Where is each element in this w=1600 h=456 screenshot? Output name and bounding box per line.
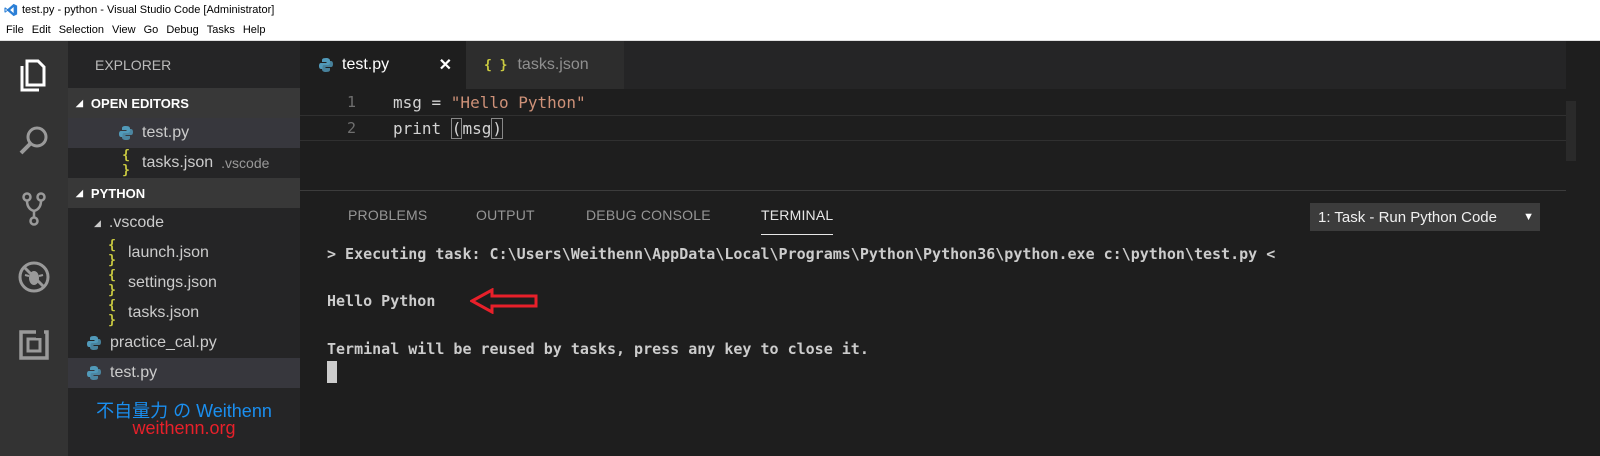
open-editor-name: tasks.json — [142, 154, 214, 171]
close-icon[interactable]: ✕ — [439, 55, 452, 75]
editor-tab-bar: test.py ✕ { } tasks.json — [300, 41, 1600, 89]
chevron-down-icon: ◢ — [76, 97, 83, 108]
file-name: tasks.json — [128, 304, 200, 321]
extensions-icon[interactable] — [14, 325, 54, 365]
panel-tab-debug-console[interactable]: DEBUG CONSOLE — [586, 207, 711, 223]
bracket-open: ( — [450, 117, 463, 139]
open-editor-item-test-py[interactable]: test.py — [68, 118, 300, 148]
panel-tab-terminal[interactable]: TERMINAL — [761, 207, 834, 235]
code-line-1[interactable]: 1 msg = "Hello Python" — [300, 89, 1566, 115]
menu-debug[interactable]: Debug — [166, 24, 198, 36]
chevron-down-icon: ◢ — [94, 217, 101, 228]
tree-folder-vscode[interactable]: ◢ .vscode — [68, 208, 300, 238]
code-token: msg = — [393, 92, 451, 112]
files-icon[interactable] — [14, 55, 54, 95]
menu-file[interactable]: File — [6, 24, 24, 36]
scrollbar-thumb[interactable] — [1566, 101, 1576, 161]
folder-name: .vscode — [108, 214, 165, 231]
watermark-site: weithenn.org — [132, 418, 236, 438]
activity-bar — [0, 41, 68, 456]
panel-tab-problems[interactable]: PROBLEMS — [348, 207, 427, 223]
explorer-title: EXPLORER — [95, 57, 172, 73]
open-editor-name: test.py — [142, 124, 190, 141]
open-editor-item-tasks-json[interactable]: { } tasks.json .vscode — [68, 148, 300, 178]
terminal-task-select[interactable]: 1: Task - Run Python Code ▼ — [1310, 203, 1540, 231]
code-token: msg — [462, 118, 492, 138]
tab-test-py[interactable]: test.py ✕ — [300, 41, 466, 89]
menu-bar: File Edit Selection View Go Debug Tasks … — [0, 20, 1600, 41]
terminal-line-1: > Executing task: C:\Users\Weithenn\AppD… — [327, 245, 1276, 263]
bracket-close: ) — [491, 117, 503, 139]
folder-label: PYTHON — [90, 185, 146, 201]
vscode-logo-icon — [4, 3, 18, 17]
dropdown-arrow-icon: ▼ — [1523, 211, 1534, 223]
editor-scrollbar[interactable] — [1566, 41, 1600, 456]
code-line-2[interactable]: 2 print (msg) — [300, 115, 1566, 141]
menu-view[interactable]: View — [112, 24, 136, 36]
json-braces-icon: { } — [108, 238, 116, 268]
menu-help[interactable]: Help — [243, 24, 266, 36]
open-editor-path: .vscode — [221, 155, 270, 171]
line-number: 1 — [346, 93, 356, 111]
file-name: test.py — [110, 364, 158, 381]
python-icon — [84, 334, 104, 352]
menu-selection[interactable]: Selection — [59, 24, 104, 36]
search-icon[interactable] — [14, 121, 54, 161]
chevron-down-icon: ◢ — [76, 187, 83, 198]
tree-item-tasks-json[interactable]: { } tasks.json — [68, 298, 300, 328]
source-control-icon[interactable] — [14, 189, 54, 229]
code-token: print — [393, 118, 451, 138]
open-editors-label: OPEN EDITORS — [90, 95, 189, 111]
tree-item-settings-json[interactable]: { } settings.json — [68, 268, 300, 298]
python-icon — [318, 56, 334, 74]
python-icon — [84, 364, 104, 382]
explorer-sidebar: EXPLORER ◢ OPEN EDITORS test.py { } task… — [68, 41, 300, 456]
tab-label: tasks.json — [517, 56, 589, 73]
terminal-cursor — [327, 361, 337, 383]
python-icon — [116, 124, 136, 142]
terminal-line-2: Hello Python — [327, 292, 436, 310]
bottom-panel: PROBLEMS OUTPUT DEBUG CONSOLE TERMINAL 1… — [300, 190, 1566, 456]
tree-item-practice-cal-py[interactable]: practice_cal.py — [68, 328, 300, 358]
tree-item-launch-json[interactable]: { } launch.json — [68, 238, 300, 268]
menu-go[interactable]: Go — [144, 24, 159, 36]
code-editor[interactable]: 1 msg = "Hello Python" 2 print (msg) — [300, 89, 1600, 189]
json-braces-icon: { } — [484, 57, 508, 73]
file-name: settings.json — [128, 274, 217, 291]
tree-item-test-py[interactable]: test.py — [68, 358, 300, 388]
line-number: 2 — [346, 119, 356, 137]
open-editors-header[interactable]: ◢ OPEN EDITORS — [68, 88, 300, 118]
panel-tab-output[interactable]: OUTPUT — [476, 207, 535, 223]
title-bar: test.py - python - Visual Studio Code [A… — [0, 0, 1600, 20]
code-text: msg = "Hello Python" — [393, 93, 586, 112]
annotation-arrow-icon — [470, 288, 538, 314]
tab-tasks-json[interactable]: { } tasks.json — [466, 41, 624, 89]
menu-tasks[interactable]: Tasks — [207, 24, 235, 36]
string-literal: "Hello Python" — [450, 92, 586, 112]
task-select-value: 1: Task - Run Python Code — [1318, 208, 1497, 226]
file-name: launch.json — [128, 244, 209, 261]
tab-label: test.py — [342, 56, 390, 73]
terminal-line-3: Terminal will be reused by tasks, press … — [327, 340, 869, 358]
debug-icon[interactable] — [14, 257, 54, 297]
code-text: print (msg) — [393, 117, 503, 139]
json-braces-icon: { } — [122, 148, 130, 178]
menu-edit[interactable]: Edit — [32, 24, 51, 36]
python-folder-header[interactable]: ◢ PYTHON — [68, 178, 300, 208]
json-braces-icon: { } — [108, 268, 116, 298]
window-title: test.py - python - Visual Studio Code [A… — [22, 4, 275, 16]
file-name: practice_cal.py — [110, 334, 217, 351]
json-braces-icon: { } — [108, 298, 116, 328]
